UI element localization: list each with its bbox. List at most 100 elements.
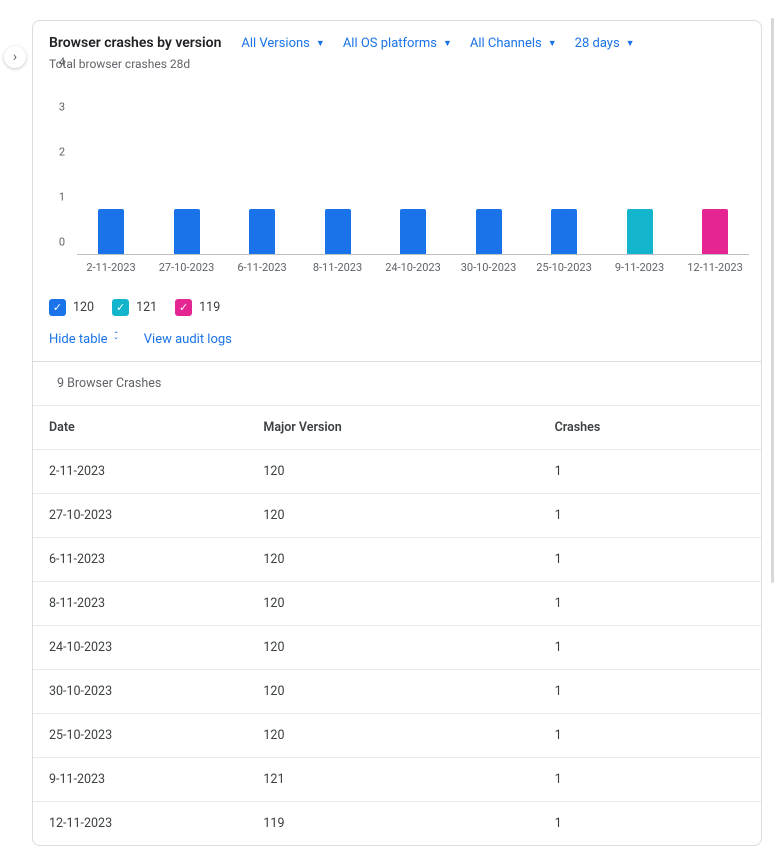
- y-tick: 3: [59, 101, 65, 114]
- table-cell: 30-10-2023: [33, 670, 251, 714]
- bar-column: [461, 209, 517, 254]
- table-cell: 1: [543, 802, 761, 846]
- bar[interactable]: [627, 209, 653, 254]
- hide-table-link[interactable]: Hide table ˆˇ: [49, 332, 118, 347]
- filter-channels-label: All Channels: [470, 36, 542, 51]
- bar-column: [612, 209, 668, 254]
- col-version[interactable]: Major Version: [251, 406, 542, 450]
- table-cell: 120: [251, 494, 542, 538]
- bar[interactable]: [325, 209, 351, 254]
- filter-versions[interactable]: All Versions ▼: [241, 36, 324, 51]
- legend-swatch: ✓: [49, 299, 66, 316]
- table-row[interactable]: 6-11-20231201: [33, 538, 761, 582]
- filter-period[interactable]: 28 days ▼: [575, 36, 635, 51]
- vertical-scrollbar[interactable]: [771, 18, 774, 583]
- table-cell: 121: [251, 758, 542, 802]
- x-tick-label: 2-11-2023: [83, 261, 139, 285]
- x-tick-label: 24-10-2023: [385, 261, 441, 285]
- filter-versions-label: All Versions: [241, 36, 310, 51]
- table-cell: 8-11-2023: [33, 582, 251, 626]
- x-tick-label: 27-10-2023: [159, 261, 215, 285]
- bar-chart: 01234 2-11-202327-10-20236-11-20238-11-2…: [49, 75, 749, 285]
- card-title: Browser crashes by version: [49, 35, 221, 51]
- collapse-icon: ˆˇ: [114, 334, 118, 346]
- table-cell: 27-10-2023: [33, 494, 251, 538]
- bar-column: [310, 209, 366, 254]
- table-header: Date Major Version Crashes: [33, 406, 761, 450]
- table-cell: 120: [251, 450, 542, 494]
- table-cell: 120: [251, 626, 542, 670]
- filter-period-label: 28 days: [575, 36, 620, 51]
- table-cell: 1: [543, 626, 761, 670]
- bar[interactable]: [98, 209, 124, 254]
- card-actions: Hide table ˆˇ View audit logs: [33, 320, 761, 361]
- table-cell: 1: [543, 758, 761, 802]
- bar-column: [385, 209, 441, 254]
- legend-item[interactable]: ✓121: [112, 299, 157, 316]
- chevron-right-icon: ›: [13, 49, 17, 65]
- crashes-card: Browser crashes by version All Versions …: [32, 20, 762, 846]
- bar[interactable]: [249, 209, 275, 254]
- table-row[interactable]: 24-10-20231201: [33, 626, 761, 670]
- table-row[interactable]: 9-11-20231211: [33, 758, 761, 802]
- table-cell: 24-10-2023: [33, 626, 251, 670]
- table-cell: 1: [543, 538, 761, 582]
- table-row[interactable]: 2-11-20231201: [33, 450, 761, 494]
- bar-column: [687, 209, 743, 254]
- x-tick-label: 6-11-2023: [234, 261, 290, 285]
- view-audit-logs-link[interactable]: View audit logs: [144, 332, 232, 347]
- table-cell: 1: [543, 582, 761, 626]
- card-header: Browser crashes by version All Versions …: [33, 21, 761, 55]
- caret-down-icon: ▼: [626, 38, 635, 49]
- bar[interactable]: [174, 209, 200, 254]
- legend-swatch: ✓: [175, 299, 192, 316]
- table-row[interactable]: 30-10-20231201: [33, 670, 761, 714]
- col-date[interactable]: Date: [33, 406, 251, 450]
- table-body: 2-11-2023120127-10-202312016-11-20231201…: [33, 450, 761, 846]
- table-cell: 1: [543, 714, 761, 758]
- legend-item[interactable]: ✓120: [49, 299, 94, 316]
- x-tick-label: 30-10-2023: [461, 261, 517, 285]
- bar[interactable]: [702, 209, 728, 254]
- bar-column: [159, 209, 215, 254]
- caret-down-icon: ▼: [548, 38, 557, 49]
- x-tick-label: 9-11-2023: [612, 261, 668, 285]
- legend-label: 119: [199, 300, 220, 315]
- legend-item[interactable]: ✓ 119: [175, 299, 220, 316]
- col-crashes[interactable]: Crashes: [543, 406, 761, 450]
- y-axis: 01234: [49, 75, 73, 255]
- x-tick-label: 25-10-2023: [536, 261, 592, 285]
- table-cell: 2-11-2023: [33, 450, 251, 494]
- filter-os[interactable]: All OS platforms ▼: [343, 36, 452, 51]
- chart-bars: [77, 75, 749, 254]
- crashes-table: Date Major Version Crashes 2-11-20231201…: [33, 405, 761, 845]
- view-audit-label: View audit logs: [144, 332, 232, 347]
- y-tick: 1: [59, 191, 65, 204]
- bar[interactable]: [400, 209, 426, 254]
- hide-table-label: Hide table: [49, 332, 108, 347]
- bar-column: [234, 209, 290, 254]
- table-row[interactable]: 8-11-20231201: [33, 582, 761, 626]
- caret-down-icon: ▼: [316, 38, 325, 49]
- table-cell: 1: [543, 670, 761, 714]
- table-cell: 6-11-2023: [33, 538, 251, 582]
- table-cell: 25-10-2023: [33, 714, 251, 758]
- table-cell: 119: [251, 802, 542, 846]
- y-tick: 2: [59, 146, 65, 159]
- chart-legend: ✓120✓121✓119: [33, 285, 761, 320]
- bar[interactable]: [551, 209, 577, 254]
- legend-label: 121: [136, 300, 157, 315]
- table-cell: 120: [251, 538, 542, 582]
- bar[interactable]: [476, 209, 502, 254]
- table-cell: 9-11-2023: [33, 758, 251, 802]
- expand-panel-handle[interactable]: ›: [4, 46, 26, 68]
- x-axis: 2-11-202327-10-20236-11-20238-11-202324-…: [77, 255, 749, 285]
- table-row[interactable]: 25-10-20231201: [33, 714, 761, 758]
- table-cell: 1: [543, 450, 761, 494]
- filter-channels[interactable]: All Channels ▼: [470, 36, 557, 51]
- x-tick-label: 12-11-2023: [687, 261, 743, 285]
- table-cell: 120: [251, 582, 542, 626]
- table-row[interactable]: 12-11-20231191: [33, 802, 761, 846]
- table-row[interactable]: 27-10-20231201: [33, 494, 761, 538]
- bar-column: [536, 209, 592, 254]
